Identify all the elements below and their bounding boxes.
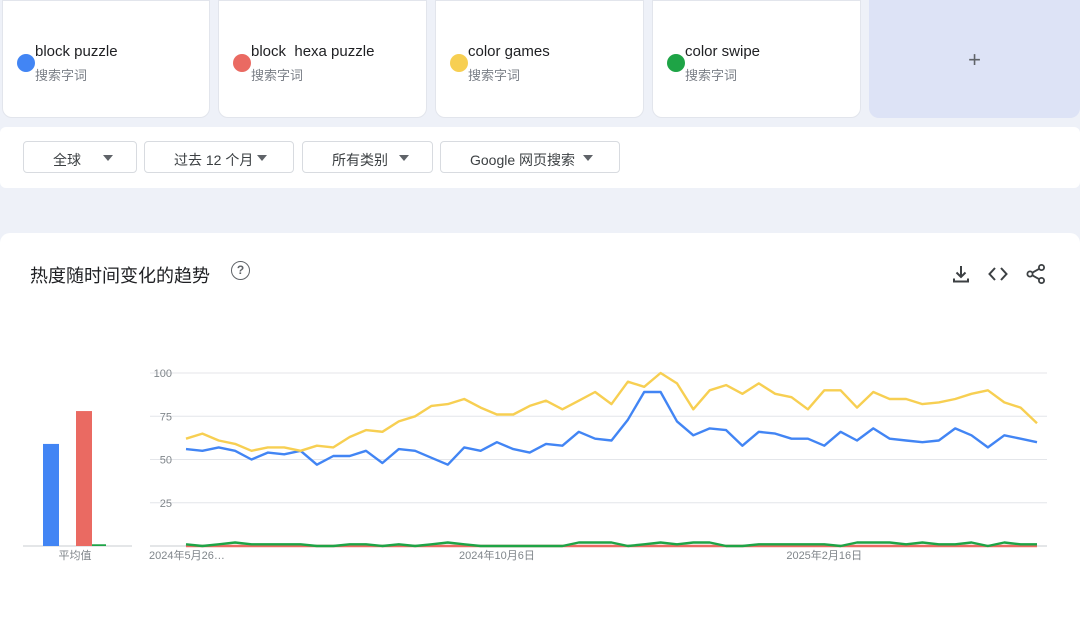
average-label: 平均值 bbox=[59, 549, 92, 562]
term-type: 搜索字词 bbox=[685, 68, 738, 83]
term-name: color swipe bbox=[685, 43, 761, 60]
region-dropdown[interactable]: 全球 bbox=[23, 141, 137, 173]
period-dropdown[interactable]: 过去 12 个月 bbox=[144, 141, 294, 173]
add-term-button[interactable]: + bbox=[869, 0, 1080, 118]
series-color-dot bbox=[233, 54, 251, 72]
x-tick-label: 2024年10月6日 bbox=[459, 548, 535, 562]
series-color-dot bbox=[17, 54, 35, 72]
series-color-dot bbox=[450, 54, 468, 72]
y-tick-label: 100 bbox=[154, 368, 172, 380]
term-card-block-puzzle[interactable]: block puzzle 搜索字词 bbox=[2, 0, 210, 118]
term-name: block puzzle bbox=[35, 43, 118, 60]
series-color-dot bbox=[667, 54, 685, 72]
category-dropdown[interactable]: 所有类别 bbox=[302, 141, 433, 173]
term-type: 搜索字词 bbox=[35, 68, 88, 83]
search-type-dropdown[interactable]: Google 网页搜索 bbox=[440, 141, 620, 173]
trend-chart: 25 50 75 100 2024年5月26… 2024年10月6日 2025年2月16日 平… bbox=[23, 368, 1047, 562]
y-tick-label: 25 bbox=[160, 498, 172, 510]
term-card-color-swipe[interactable]: color swipe 搜索字词 bbox=[652, 0, 861, 118]
average-bar-3 bbox=[92, 544, 106, 546]
plus-icon: + bbox=[968, 47, 981, 72]
term-type: 搜索字词 bbox=[468, 68, 521, 83]
term-type: 搜索字词 bbox=[251, 68, 304, 83]
term-name: color games bbox=[468, 43, 550, 60]
x-tick-label: 2025年2月16日 bbox=[786, 548, 862, 562]
term-card-block-hexa-puzzle[interactable]: block hexa puzzle 搜索字词 bbox=[218, 0, 427, 118]
caret-down-icon bbox=[103, 155, 113, 161]
period-label: 过去 12 个月 bbox=[174, 152, 254, 168]
interest-over-time-card: 热度随时间变化的趋势 ? 25 50 75 100 2024年5月26… 2024年10月… bbox=[0, 233, 1080, 633]
region-label: 全球 bbox=[53, 152, 81, 168]
caret-down-icon bbox=[583, 155, 593, 161]
caret-down-icon bbox=[399, 155, 409, 161]
term-name: block hexa puzzle bbox=[251, 43, 375, 60]
search-type-label: Google 网页搜索 bbox=[470, 152, 576, 168]
average-bar-0 bbox=[43, 443, 59, 546]
term-card-color-games[interactable]: color games 搜索字词 bbox=[435, 0, 644, 118]
y-tick-label: 75 bbox=[160, 411, 172, 423]
filter-bar: 全球 过去 12 个月 所有类别 Google 网页搜索 bbox=[0, 127, 1080, 188]
x-tick-label: 2024年5月26… bbox=[149, 548, 225, 562]
y-tick-label: 50 bbox=[160, 455, 172, 467]
category-label: 所有类别 bbox=[332, 152, 388, 168]
average-bar-1 bbox=[76, 411, 92, 546]
search-terms-bar: block puzzle 搜索字词 block hexa puzzle 搜索字词… bbox=[0, 0, 1080, 120]
caret-down-icon bbox=[257, 155, 267, 161]
